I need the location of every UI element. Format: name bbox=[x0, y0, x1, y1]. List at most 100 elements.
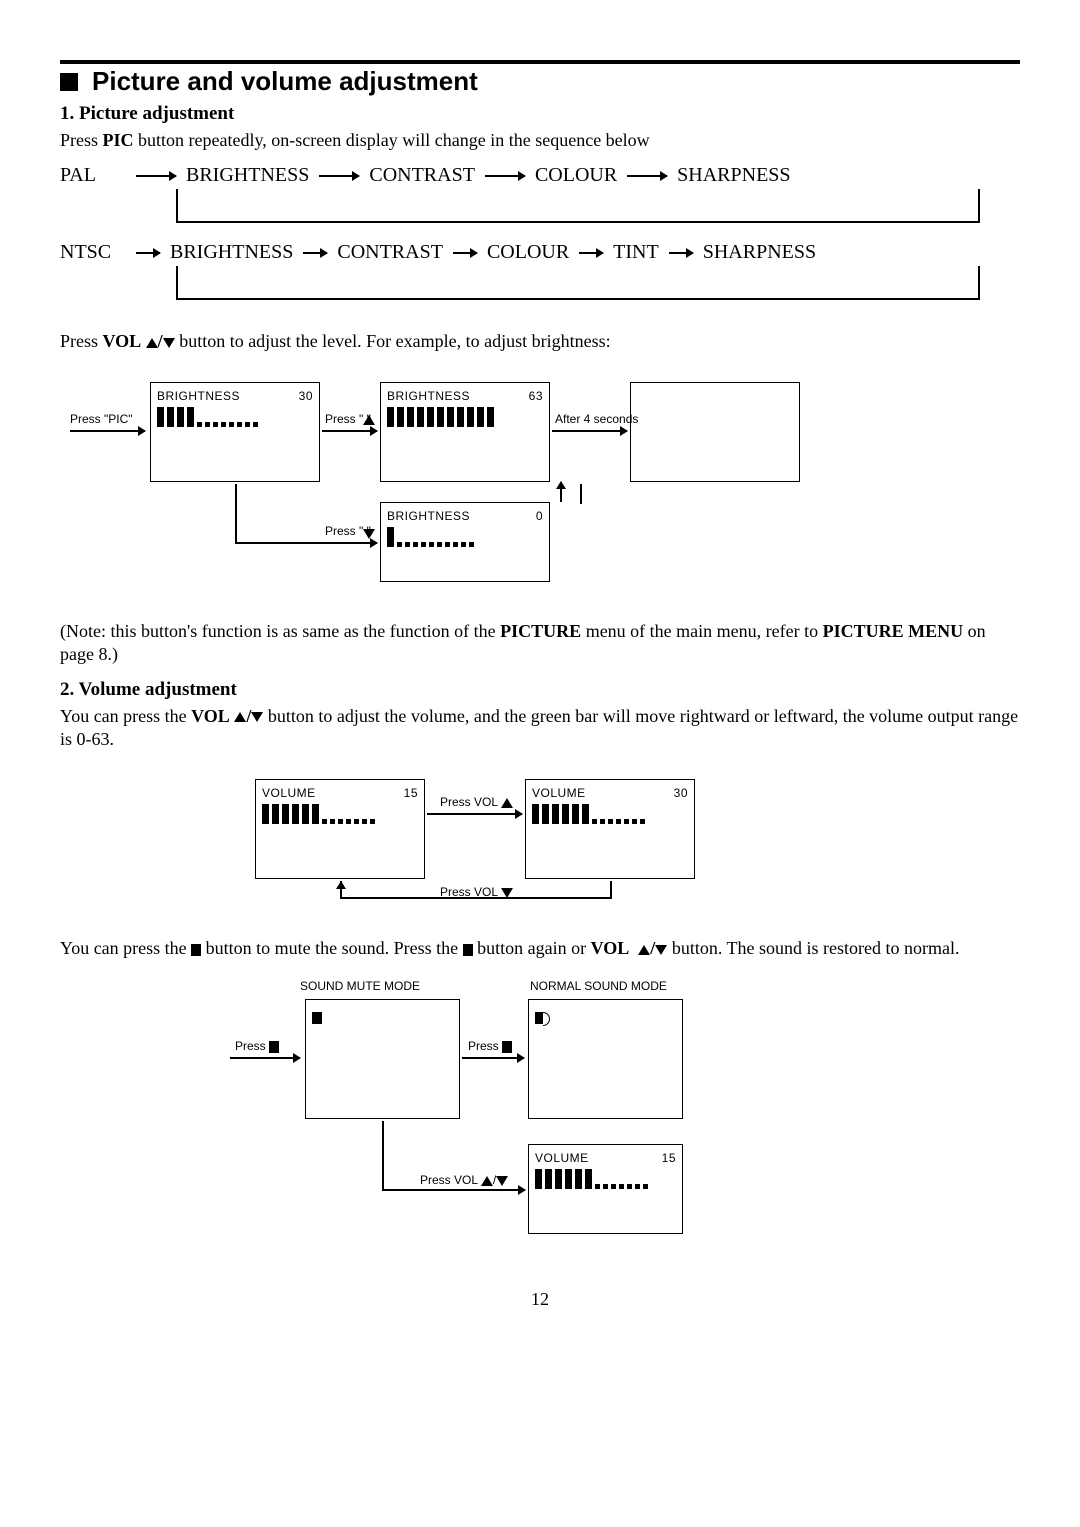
volume-box-15: VOLUME 15 bbox=[255, 779, 425, 879]
box-value: 0 bbox=[536, 509, 543, 523]
intro-pre: Press bbox=[60, 130, 103, 150]
triangle-up-icon bbox=[638, 945, 650, 955]
level-bar bbox=[387, 407, 543, 427]
pal-item-sharpness: SHARPNESS bbox=[673, 164, 794, 187]
blank-box bbox=[630, 382, 800, 482]
mute-icon bbox=[312, 1012, 322, 1024]
p2-bold: VOL bbox=[591, 938, 630, 958]
arrow-icon bbox=[136, 175, 176, 177]
note-mid: menu of the main menu, refer to bbox=[581, 621, 822, 641]
triangle-up-icon bbox=[501, 798, 513, 808]
section1-title: 1. Picture adjustment bbox=[60, 103, 1020, 125]
press-vol-down-label: Press VOL bbox=[440, 885, 513, 899]
triangle-up-icon bbox=[234, 712, 246, 722]
press-label: Press bbox=[235, 1039, 279, 1053]
adjust-post: button to adjust the level. For example,… bbox=[179, 331, 610, 351]
section2-title: 2. Volume adjustment bbox=[60, 679, 1020, 701]
page-number: 12 bbox=[60, 1289, 1020, 1310]
page-heading: Picture and volume adjustment bbox=[60, 66, 1020, 97]
section1-intro: Press PIC button repeatedly, on-screen d… bbox=[60, 129, 1020, 152]
mute-icon bbox=[502, 1041, 512, 1053]
triangle-down-icon bbox=[163, 338, 175, 348]
triangle-down-icon bbox=[496, 1176, 508, 1186]
volume-box-15b: VOLUME 15 bbox=[528, 1144, 683, 1234]
arrow-icon bbox=[70, 430, 145, 432]
triangle-down-icon bbox=[501, 888, 513, 898]
box-label: VOLUME bbox=[535, 1151, 589, 1165]
brightness-box-30: BRIGHTNESS 30 bbox=[150, 382, 320, 482]
heading-text: Picture and volume adjustment bbox=[92, 66, 478, 97]
note-b2: PICTURE MENU bbox=[823, 621, 964, 641]
arrow-icon bbox=[462, 1057, 524, 1059]
ntsc-item-sharpness: SHARPNESS bbox=[699, 241, 820, 264]
pal-item-colour: COLOUR bbox=[531, 164, 621, 187]
note-b1: PICTURE bbox=[500, 621, 581, 641]
adjust-instruction: Press VOL / button to adjust the level. … bbox=[60, 330, 1020, 353]
arrow-icon bbox=[303, 252, 327, 254]
intro-bold: PIC bbox=[103, 130, 134, 150]
normal-mode-box bbox=[528, 999, 683, 1119]
box-label: VOLUME bbox=[532, 786, 586, 800]
ntsc-loop-line bbox=[176, 266, 980, 300]
brightness-box-63: BRIGHTNESS 63 bbox=[380, 382, 550, 482]
press-vol-up-label: Press VOL bbox=[440, 795, 513, 809]
press-vol-label: Press VOL / bbox=[420, 1173, 508, 1187]
level-bar bbox=[532, 804, 688, 824]
arrow-icon bbox=[453, 252, 477, 254]
arrow-icon bbox=[427, 813, 522, 815]
level-bar bbox=[157, 407, 313, 427]
arrow-icon bbox=[230, 1057, 300, 1059]
box-value: 30 bbox=[674, 786, 688, 800]
ntsc-sequence: NTSC BRIGHTNESS CONTRAST COLOUR TINT SHA… bbox=[60, 241, 1020, 264]
box-label: BRIGHTNESS bbox=[387, 509, 470, 523]
connector-line bbox=[580, 484, 582, 504]
pal-sequence: PAL BRIGHTNESS CONTRAST COLOUR SHARPNESS bbox=[60, 164, 1020, 187]
connector-line bbox=[235, 484, 237, 544]
after4-label: After 4 seconds bbox=[555, 412, 638, 426]
mute-icon bbox=[269, 1041, 279, 1053]
arrow-icon bbox=[669, 252, 693, 254]
triangle-up-icon bbox=[481, 1176, 493, 1186]
p2-b: button to mute the sound. Press the bbox=[206, 938, 463, 958]
arrow-icon bbox=[627, 175, 667, 177]
p2-d: button. The sound is restored to normal. bbox=[672, 938, 960, 958]
level-bar bbox=[387, 527, 543, 547]
ntsc-item-brightness: BRIGHTNESS bbox=[166, 241, 297, 264]
mute-mode-box bbox=[305, 999, 460, 1119]
section1-note: (Note: this button's function is as same… bbox=[60, 620, 1020, 667]
arrow-icon bbox=[382, 1189, 525, 1191]
connector-line bbox=[610, 881, 612, 899]
triangle-down-icon bbox=[655, 945, 667, 955]
adjust-pre: Press bbox=[60, 331, 103, 351]
triangle-up-icon bbox=[363, 415, 375, 425]
arrow-icon bbox=[560, 482, 562, 502]
adjust-bold: VOL bbox=[103, 331, 142, 351]
section2-p1: You can press the VOL / button to adjust… bbox=[60, 705, 1020, 752]
p1-bold: VOL bbox=[191, 706, 230, 726]
normal-heading: NORMAL SOUND MODE bbox=[530, 979, 667, 993]
arrow-icon bbox=[552, 430, 627, 432]
box-value: 30 bbox=[299, 389, 313, 403]
brightness-box-0: BRIGHTNESS 0 bbox=[380, 502, 550, 582]
box-value: 63 bbox=[529, 389, 543, 403]
press-label-2: Press bbox=[468, 1039, 512, 1053]
box-label: VOLUME bbox=[262, 786, 316, 800]
sound-icon bbox=[535, 1012, 543, 1024]
volume-box-30: VOLUME 30 bbox=[525, 779, 695, 879]
p2-a: You can press the bbox=[60, 938, 191, 958]
box-label: BRIGHTNESS bbox=[387, 389, 470, 403]
level-bar bbox=[535, 1169, 676, 1189]
triangle-up-icon bbox=[146, 338, 158, 348]
box-label: BRIGHTNESS bbox=[157, 389, 240, 403]
box-value: 15 bbox=[404, 786, 418, 800]
connector-line bbox=[382, 1121, 384, 1191]
box-value: 15 bbox=[662, 1151, 676, 1165]
heading-bullet-icon bbox=[60, 73, 78, 91]
intro-post: button repeatedly, on-screen display wil… bbox=[134, 130, 650, 150]
arrow-icon bbox=[136, 252, 160, 254]
pal-loop-line bbox=[176, 189, 980, 223]
arrow-up-tip-icon bbox=[336, 881, 346, 889]
mute-icon bbox=[463, 944, 473, 956]
mute-diagram: SOUND MUTE MODE NORMAL SOUND MODE Press … bbox=[60, 979, 1020, 1259]
arrow-icon bbox=[485, 175, 525, 177]
